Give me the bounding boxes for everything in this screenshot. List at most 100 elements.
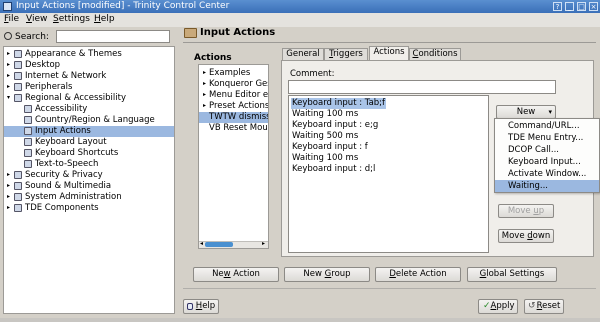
new-group-button[interactable]: New Group (284, 267, 370, 282)
tab-general[interactable]: General (282, 48, 324, 60)
title-bar[interactable]: Input Actions [modified] - Trinity Contr… (0, 0, 600, 13)
action-list-item[interactable]: Keyboard input : f (291, 142, 369, 153)
apply-button[interactable]: ✓ Apply (478, 299, 518, 314)
action-list-item[interactable]: Waiting 500 ms (291, 131, 359, 142)
category-icon (14, 204, 22, 212)
tree-item[interactable]: Accessibility (4, 104, 174, 115)
menu-item[interactable]: DCOP Call... (495, 144, 599, 156)
move-up-button[interactable]: Move up (498, 204, 554, 218)
tree-item[interactable]: Keyboard Layout (4, 137, 174, 148)
comment-input[interactable] (288, 80, 556, 94)
action-list-item[interactable]: Waiting 100 ms (291, 109, 359, 120)
help-button[interactable]: Help (183, 299, 219, 314)
action-tree-label: Menu Editor en (209, 90, 269, 100)
action-list-item[interactable]: Keyboard input : d;l (291, 164, 376, 175)
actions-tree[interactable]: ▸ Examples ▸ Konqueror Ges ▸ Menu Editor en ▸ P… (198, 64, 269, 249)
module-tree[interactable]: ▸ Appearance & Themes ▸ Desktop ▸ Internet & … (3, 46, 175, 314)
app-icon[interactable] (3, 2, 12, 11)
menu-item[interactable]: TDE Menu Entry... (495, 132, 599, 144)
menu-view[interactable]: View (26, 14, 47, 24)
menu-settings[interactable]: Settings (53, 14, 90, 24)
tree-item-label: Accessibility (35, 104, 88, 114)
expand-arrow-icon[interactable]: ▸ (7, 193, 13, 200)
reset-icon: ↺ (528, 301, 536, 311)
delete-action-button[interactable]: Delete Action (375, 267, 461, 282)
scroll-right-icon[interactable]: ▸ (262, 240, 265, 247)
collapse-arrow-icon[interactable]: ▾ (7, 94, 13, 101)
menu-item[interactable]: Command/URL... (495, 120, 599, 132)
tree-item[interactable]: ▸ Appearance & Themes (4, 49, 174, 60)
tree-item[interactable]: ▸ Desktop (4, 60, 174, 71)
tree-item[interactable]: Keyboard Shortcuts (4, 148, 174, 159)
menu-bar: File View Settings Help (0, 13, 600, 27)
tab-actions[interactable]: Actions (369, 46, 409, 60)
expand-arrow-icon[interactable]: ▸ (7, 204, 13, 211)
actions-label: Actions (194, 53, 232, 63)
scrollbar-thumb[interactable] (205, 242, 233, 247)
action-list[interactable]: Keyboard input : Tab;f Waiting 100 ms Keyb… (288, 95, 489, 253)
tree-item[interactable]: ▸ Internet & Network (4, 71, 174, 82)
category-icon (14, 83, 22, 91)
maximize-icon[interactable]: □ (577, 2, 586, 11)
expand-arrow-icon[interactable]: ▸ (7, 72, 13, 79)
menu-help[interactable]: Help (94, 14, 115, 24)
menu-item[interactable]: Keyboard Input... (495, 156, 599, 168)
minimize-icon[interactable]: _ (565, 2, 574, 11)
category-icon (24, 138, 32, 146)
search-input[interactable] (56, 30, 170, 43)
tree-item-label: Appearance & Themes (25, 49, 122, 59)
action-tree-item[interactable]: ▸ Examples (199, 68, 268, 79)
tree-item-label: Internet & Network (25, 71, 107, 81)
close-icon[interactable]: × (589, 2, 598, 11)
action-tree-label: Examples (209, 68, 251, 78)
tree-item[interactable]: ▸ Sound & Multimedia (4, 181, 174, 192)
expand-arrow-icon[interactable]: ▸ (203, 69, 206, 76)
action-tree-item[interactable]: TWTW dismiss (199, 112, 268, 123)
tree-item-label: Country/Region & Language (35, 115, 155, 125)
tab-conditions[interactable]: Conditions (409, 48, 461, 60)
new-button[interactable]: New ▾ (496, 105, 556, 119)
expand-arrow-icon[interactable]: ▸ (7, 171, 13, 178)
scroll-left-icon[interactable]: ◂ (200, 240, 203, 247)
tree-item[interactable]: ▾ Regional & Accessibility (4, 93, 174, 104)
tree-item[interactable]: Text-to-Speech (4, 159, 174, 170)
tree-item-label: TDE Components (25, 203, 99, 213)
expand-arrow-icon[interactable]: ▸ (203, 80, 206, 87)
action-list-item[interactable]: Keyboard input : Tab;f (291, 98, 387, 109)
tree-item[interactable]: ▸ TDE Components (4, 203, 174, 214)
reset-button[interactable]: ↺ Reset (524, 299, 564, 314)
tree-item-label: Input Actions (35, 126, 91, 136)
category-icon (24, 127, 32, 135)
expand-arrow-icon[interactable]: ▸ (203, 102, 206, 109)
new-action-button[interactable]: New Action (193, 267, 279, 282)
menu-item[interactable]: Activate Window... (495, 168, 599, 180)
menu-item[interactable]: Waiting... (495, 180, 599, 192)
tab-triggers[interactable]: Triggers (324, 48, 368, 60)
expand-arrow-icon[interactable]: ▸ (7, 61, 13, 68)
action-tree-item[interactable]: VB Reset Mous (199, 123, 269, 134)
action-list-item[interactable]: Waiting 100 ms (291, 153, 359, 164)
tree-item[interactable]: Input Actions (4, 126, 174, 137)
tree-item[interactable]: Country/Region & Language (4, 115, 174, 126)
action-tree-item[interactable]: ▸ Preset Actions (199, 101, 268, 112)
tree-item-label: Peripherals (25, 82, 73, 92)
action-tree-label: VB Reset Mous (209, 123, 269, 133)
tree-item-label: Sound & Multimedia (25, 181, 112, 191)
tree-item[interactable]: ▸ Peripherals (4, 82, 174, 93)
action-tree-item[interactable]: ▸ Konqueror Ges (199, 79, 268, 90)
tree-item-label: Regional & Accessibility (25, 93, 127, 103)
tree-item[interactable]: ▸ Security & Privacy (4, 170, 174, 181)
menu-file[interactable]: File (4, 14, 19, 24)
category-icon (24, 116, 32, 124)
action-list-item[interactable]: Keyboard input : e;g (291, 120, 379, 131)
help-window-icon[interactable]: ? (553, 2, 562, 11)
expand-arrow-icon[interactable]: ▸ (7, 182, 13, 189)
expand-arrow-icon[interactable]: ▸ (203, 91, 206, 98)
search-icon (4, 32, 12, 40)
global-settings-button[interactable]: Global Settings (467, 267, 557, 282)
action-tree-item[interactable]: ▸ Menu Editor en (199, 90, 269, 101)
tree-item[interactable]: ▸ System Administration (4, 192, 174, 203)
move-down-button[interactable]: Move down (498, 229, 554, 243)
expand-arrow-icon[interactable]: ▸ (7, 83, 13, 90)
expand-arrow-icon[interactable]: ▸ (7, 50, 13, 57)
